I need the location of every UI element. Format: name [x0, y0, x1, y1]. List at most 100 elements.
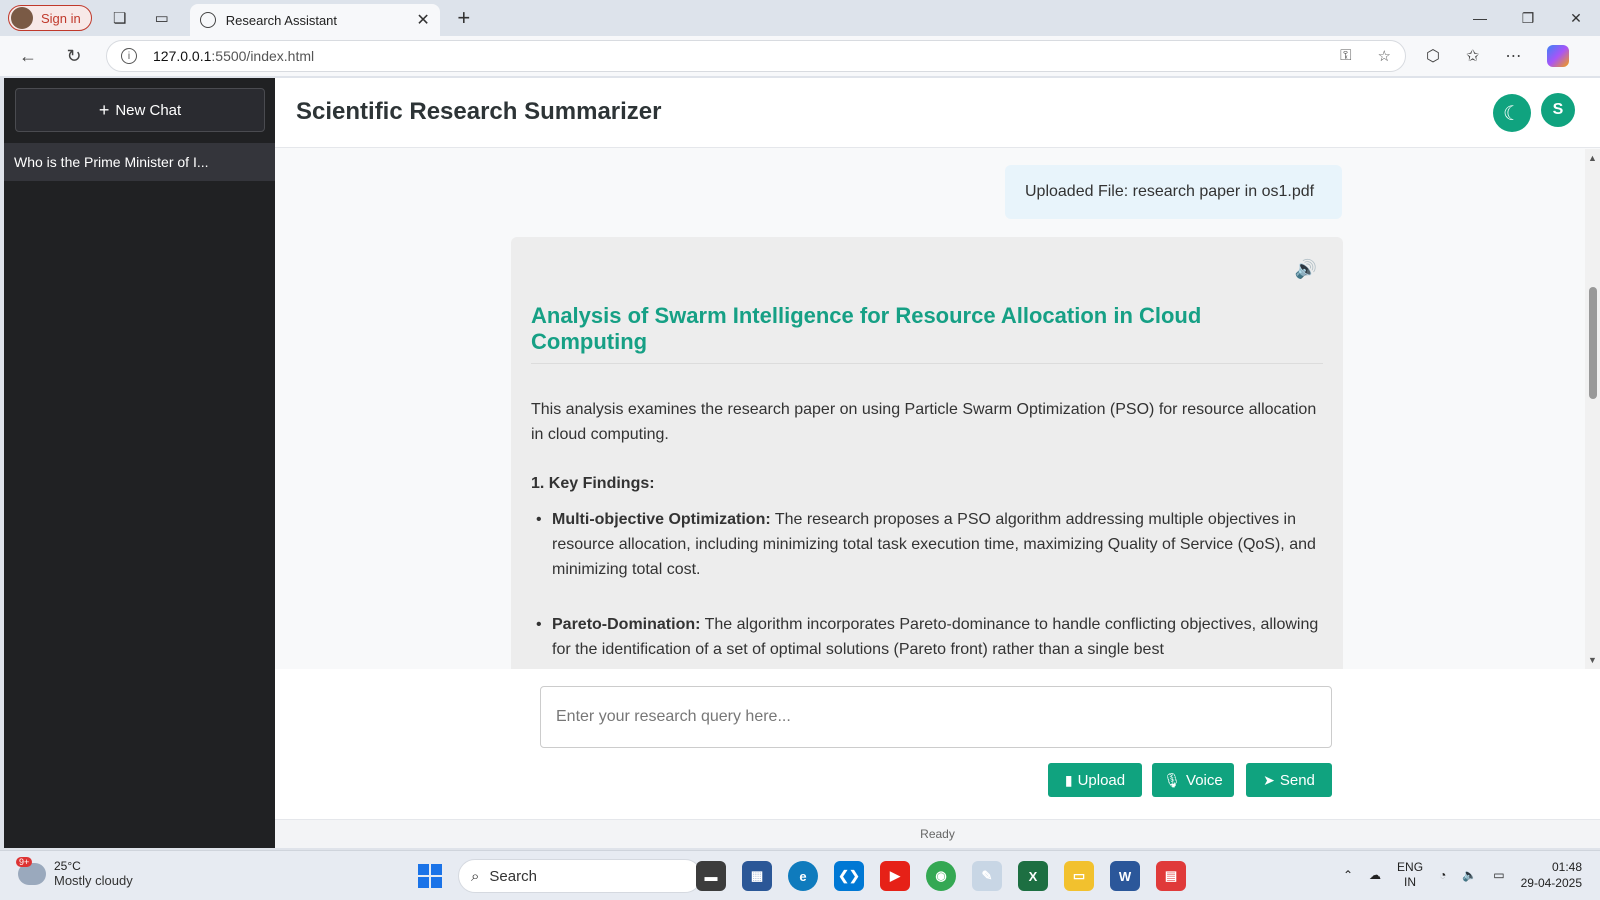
show-hidden-icons-chevron-icon[interactable]: ⌃	[1343, 868, 1353, 882]
url-host: 127.0.0.1	[153, 48, 212, 64]
favorites-icon[interactable]: ✩	[1466, 46, 1479, 66]
site-info-icon[interactable]: i	[121, 48, 137, 64]
scroll-thumb[interactable]	[1589, 287, 1597, 399]
scroll-up-arrow-icon[interactable]: ▲	[1588, 153, 1597, 163]
back-icon[interactable]: ←	[10, 38, 46, 74]
send-label: Send	[1279, 771, 1315, 789]
finding-label: Pareto-Domination:	[552, 616, 701, 633]
youtube-icon[interactable]: ▶	[880, 861, 910, 891]
window-controls: — ❐ ✕	[1456, 0, 1600, 36]
voice-button[interactable]: 🎙 Voice	[1152, 763, 1234, 797]
search-icon: ⌕	[471, 867, 480, 885]
main-panel: Scientific Research Summarizer ☾ S Uploa…	[275, 78, 1600, 848]
chat-scrollbar[interactable]: ▲ ▼	[1585, 149, 1600, 669]
list-item: Multi-objective Optimization: The resear…	[531, 507, 1321, 582]
windows-start-icon[interactable]	[418, 864, 442, 888]
findings-list: Multi-objective Optimization: The resear…	[531, 507, 1321, 669]
plus-icon: +	[98, 99, 110, 120]
system-tray: ⌃ ☁ ENG IN ◔ 🔈 ▭ 01:48 29-04-2025	[1343, 859, 1582, 891]
close-window-icon[interactable]: ✕	[1552, 0, 1600, 36]
task-view-icon[interactable]: ▬	[696, 861, 726, 891]
new-chat-button[interactable]: + New Chat	[15, 88, 265, 132]
query-input[interactable]	[540, 686, 1332, 748]
input-area: ▮ Upload 🎙 Voice ➤ Send	[275, 669, 1600, 819]
excel-icon[interactable]: X	[1018, 861, 1048, 891]
section-heading: 1. Key Findings:	[531, 475, 655, 492]
chat-area: Uploaded File: research paper in os1.pdf…	[275, 149, 1585, 669]
volume-icon[interactable]: 🔈	[1462, 868, 1477, 882]
tab-actions-icon[interactable]: ▭	[148, 4, 176, 32]
uploaded-file-message: Uploaded File: research paper in os1.pdf	[1005, 165, 1342, 219]
url-field[interactable]: i 127.0.0.1:5500/index.html ⚿ ☆	[106, 40, 1406, 72]
temperature: 25°C	[54, 859, 81, 873]
favorite-star-icon[interactable]: ☆	[1378, 47, 1391, 65]
battery-icon[interactable]: ▭	[1493, 868, 1504, 882]
key-icon[interactable]: ⚿	[1340, 47, 1351, 65]
sign-in-button[interactable]: Sign in	[8, 5, 92, 31]
avatar[interactable]: S	[1541, 93, 1575, 127]
copilot-icon[interactable]	[1547, 45, 1570, 67]
analysis-response-card: 🔊 Analysis of Swarm Intelligence for Res…	[511, 237, 1343, 669]
scroll-down-arrow-icon[interactable]: ▼	[1588, 655, 1597, 665]
word-icon[interactable]: W	[1110, 861, 1140, 891]
pdf-reader-icon[interactable]: ▤	[1156, 861, 1186, 891]
minimize-icon[interactable]: —	[1456, 0, 1504, 36]
app-header: Scientific Research Summarizer ☾ S	[275, 78, 1600, 148]
store-icon[interactable]: ▦	[742, 861, 772, 891]
lang-bottom: IN	[1404, 875, 1417, 889]
voice-label: Voice	[1186, 771, 1223, 789]
dark-mode-toggle-moon-icon[interactable]: ☾	[1493, 94, 1531, 132]
wifi-icon[interactable]: ◔	[1439, 868, 1446, 882]
workspaces-icon[interactable]: ❏	[106, 4, 134, 32]
clock[interactable]: 01:48 29-04-2025	[1521, 859, 1582, 891]
edge-icon[interactable]: e	[788, 861, 818, 891]
close-tab-icon[interactable]: ✕	[416, 10, 429, 30]
url-path: :5500/index.html	[211, 48, 315, 64]
sidebar: + New Chat Who is the Prime Minister of …	[4, 78, 275, 848]
file-icon: ▮	[1064, 771, 1073, 788]
paint-icon[interactable]: ✎	[972, 861, 1002, 891]
tab-title: Research Assistant	[225, 12, 338, 28]
cloud-icon: 9+	[16, 856, 46, 885]
page-title: Scientific Research Summarizer	[296, 98, 662, 125]
new-chat-label: New Chat	[115, 101, 182, 119]
paper-plane-icon: ➤	[1263, 771, 1275, 788]
profile-avatar-icon	[11, 7, 33, 29]
search-label: Search	[489, 867, 537, 885]
report-intro: This analysis examines the research pape…	[531, 401, 1317, 443]
microphone-icon: 🎙	[1163, 771, 1182, 788]
chrome-icon[interactable]: ◉	[926, 861, 956, 891]
more-menu-icon[interactable]: ⋯	[1505, 46, 1521, 66]
upload-button[interactable]: ▮ Upload	[1048, 763, 1142, 797]
browser-tab-bar: Sign in ❏ ▭ Research Assistant ✕ + — ❐ ✕	[0, 0, 1600, 36]
globe-icon	[199, 12, 216, 28]
language-indicator[interactable]: ENG IN	[1397, 860, 1423, 890]
status-bar: Ready	[275, 819, 1600, 848]
send-button[interactable]: ➤ Send	[1246, 763, 1332, 797]
onedrive-icon[interactable]: ☁	[1369, 868, 1381, 882]
history-item[interactable]: Who is the Prime Minister of I...	[4, 143, 275, 181]
date: 29-04-2025	[1520, 876, 1582, 890]
weather-widget[interactable]: 9+ 25°C Mostly cloudy	[16, 856, 133, 888]
refresh-icon[interactable]: ↻	[56, 38, 92, 74]
lang-top: ENG	[1397, 860, 1424, 874]
taskbar-apps: ▬ ▦ e ❮❯ ▶ ◉ ✎ X ▭ W ▤	[696, 861, 1186, 891]
file-explorer-icon[interactable]: ▭	[1064, 861, 1094, 891]
report-title: Analysis of Swarm Intelligence for Resou…	[531, 303, 1323, 364]
weather-condition: Mostly cloudy	[54, 873, 133, 888]
upload-label: Upload	[1077, 771, 1126, 789]
tab-research-assistant[interactable]: Research Assistant ✕	[189, 4, 440, 36]
speaker-icon[interactable]: 🔊	[1295, 259, 1317, 280]
taskbar-search[interactable]: ⌕ Search	[458, 859, 702, 893]
finding-label: Multi-objective Optimization:	[552, 511, 771, 528]
list-item: Pareto-Domination: The algorithm incorpo…	[531, 612, 1321, 662]
extensions-icon[interactable]: ⬡	[1426, 46, 1440, 66]
sign-in-label: Sign in	[41, 10, 81, 26]
taskbar: 9+ 25°C Mostly cloudy ⌕ Search ▬ ▦ e ❮❯ …	[0, 850, 1600, 900]
restore-icon[interactable]: ❐	[1504, 0, 1552, 36]
vscode-icon[interactable]: ❮❯	[834, 861, 864, 891]
address-bar: ← ↻ i 127.0.0.1:5500/index.html ⚿ ☆ ⬡ ✩ …	[0, 36, 1600, 76]
notification-badge: 9+	[16, 856, 33, 867]
time: 01:48	[1551, 860, 1582, 874]
new-tab-button[interactable]: +	[452, 5, 476, 31]
